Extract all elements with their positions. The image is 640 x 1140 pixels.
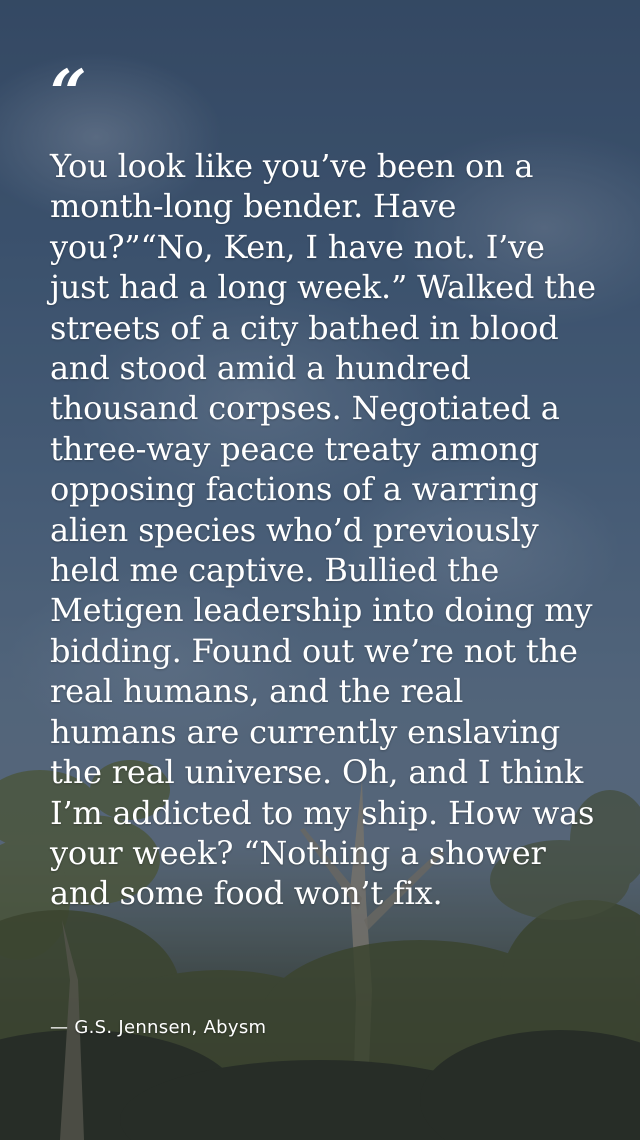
quote-mark-icon: “ bbox=[50, 56, 87, 131]
quote-attribution: — G.S. Jennsen, Abysm bbox=[50, 1017, 267, 1038]
quote-text: You look like you’ve been on a month-lon… bbox=[50, 147, 596, 913]
